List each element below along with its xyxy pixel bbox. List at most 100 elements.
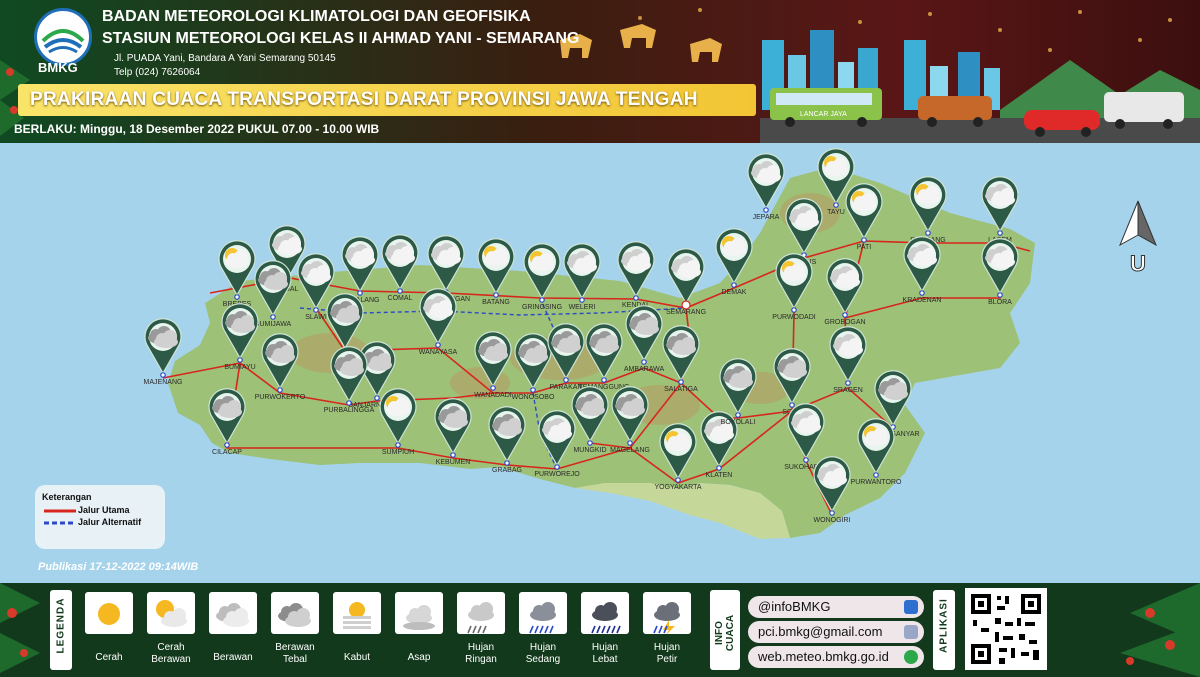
city-label: BATANG [482, 299, 510, 306]
city-dot [763, 207, 769, 213]
city-dot [675, 477, 681, 483]
header-banner: LANCAR JAYA BMKG BADAN METEOROLOGI KLIMA… [0, 0, 1200, 143]
moderate-rain-icon [529, 602, 556, 634]
logo-text: BMKG [38, 60, 78, 75]
legend-side-tab: LEGENDA [50, 590, 72, 670]
legend-smoke-box [395, 592, 443, 634]
city-dot [270, 314, 276, 320]
city-label: GROBOGAN [824, 319, 865, 326]
city-label: GRINGSING [522, 304, 562, 311]
city-label: PURWOREJO [534, 471, 580, 478]
city-label: PURWOKERTO [255, 394, 306, 401]
city-dot [530, 387, 536, 393]
legend-label-2: Berawan [213, 652, 253, 663]
bmkg-logo [34, 8, 92, 66]
heavy-rain-icon [591, 602, 621, 634]
weather-map: BREBESTEGALSLAWIPEMALANGCOMALPEKALONGANB… [0, 143, 1200, 583]
city-label: PATI [857, 244, 872, 251]
legend-cloud-box [209, 592, 257, 634]
fog-icon [343, 602, 371, 629]
city-label: SEMARANG [666, 309, 706, 316]
qr-code[interactable] [965, 588, 1047, 670]
city-dot [641, 359, 647, 365]
legend-thunderstorm-box [643, 592, 691, 636]
city-dot [160, 372, 166, 378]
city-dot [716, 465, 722, 471]
city-label: CILACAP [212, 449, 242, 456]
north-arrow-icon [1118, 200, 1158, 247]
legend-label-8: Hujan Lebat [591, 642, 619, 665]
city-label: KEBUMEN [436, 459, 471, 466]
city-dot [803, 457, 809, 463]
legend-light-rain-box [457, 592, 505, 634]
city-label: MAJENANG [144, 379, 183, 386]
city-label: YOGYAKARTA [654, 484, 701, 491]
city-dot [374, 395, 380, 401]
reindeer-icon [560, 24, 722, 62]
city-dot [997, 292, 1003, 298]
city-dot [579, 297, 585, 303]
map-canvas: BREBESTEGALSLAWIPEMALANGCOMALPEKALONGANB… [144, 148, 1158, 539]
city-label: SALATIGA [664, 386, 698, 393]
city-dot [450, 452, 456, 458]
city-dot [237, 357, 243, 363]
contact-web[interactable]: web.meteo.bmkg.go.id [748, 646, 924, 668]
legend-label-9: Hujan Petir [653, 642, 681, 665]
city-dot [873, 472, 879, 478]
agency-name: BADAN METEOROLOGI KLIMATOLOGI DAN GEOFIS… [102, 8, 531, 25]
city-dot [601, 377, 607, 383]
city-label: BOYOLALI [721, 419, 756, 426]
city-dot [277, 387, 283, 393]
city-dot [357, 290, 363, 296]
north-label: U [1130, 251, 1146, 276]
city-label: SUMPIUH [382, 449, 414, 456]
station-name: STASIUN METEOROLOGI KELAS II AHMAD YANI … [102, 30, 580, 47]
city-label: WANAYASA [419, 349, 458, 356]
info-side-tab: INFO CUACA [710, 590, 740, 670]
city-label: DEMAK [722, 289, 747, 296]
city-dot [735, 412, 741, 418]
legend-label-3: Berawan Tebal [275, 642, 315, 665]
contact-twitter[interactable]: @infoBMKG [748, 596, 924, 618]
city-dot [587, 440, 593, 446]
qr-pattern [971, 594, 1041, 664]
city-dot [997, 230, 1003, 236]
twitter-handle: @infoBMKG [758, 599, 831, 614]
city-label: WELERI [569, 304, 596, 311]
city-dot [346, 400, 352, 406]
valid-period: BERLAKU: Minggu, 18 Desember 2022 PUKUL … [14, 122, 380, 136]
app-side-label: APLIKASI [938, 598, 950, 653]
legend-label-1: Cerah Berawan [151, 642, 191, 665]
city-dot [435, 342, 441, 348]
city-dot [925, 230, 931, 236]
contact-email[interactable]: pci.bmkg@gmail.com [748, 621, 924, 643]
sun-icon [98, 603, 120, 625]
city-dot [504, 460, 510, 466]
city-label: AMBARAWA [624, 366, 665, 373]
city-dot [539, 297, 545, 303]
info-side-label: INFO CUACA [714, 614, 736, 652]
city-label: PARAKAN [550, 384, 583, 391]
city-label: MUNGKID [573, 447, 606, 454]
city-label: KRADENAN [903, 297, 942, 304]
legend-label-4: Kabut [343, 652, 371, 663]
email-icon [904, 625, 918, 639]
legend-fog-box [333, 592, 381, 634]
city-label: PURWODADI [772, 314, 815, 321]
light-rain-icon [467, 602, 494, 634]
city-label: BLORA [988, 299, 1012, 306]
legend-moderate-rain-box [519, 592, 567, 634]
legend-line-samples [44, 509, 76, 525]
smoke-icon [403, 605, 435, 630]
city-dot [845, 380, 851, 386]
city-label: PURBALINGGA [324, 407, 375, 414]
city-label: JEPARA [753, 214, 780, 221]
city-label: MAGELANG [610, 447, 650, 454]
city-label: SRAGEN [833, 387, 863, 394]
city-label: SLAWI [305, 314, 327, 321]
city-dot [731, 282, 737, 288]
city-label: WANADADI [474, 392, 512, 399]
legend-label-7: Hujan Sedang [525, 642, 561, 665]
city-dot [397, 288, 403, 294]
city-dot [861, 237, 867, 243]
